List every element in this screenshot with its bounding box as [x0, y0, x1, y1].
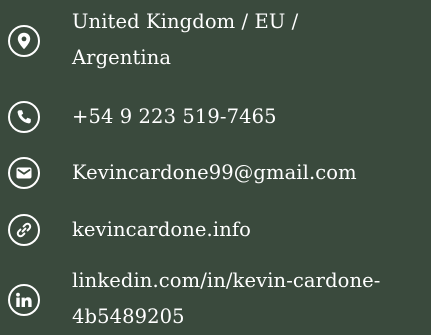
- email-text[interactable]: Kevincardone99@gmail.com: [72, 155, 357, 191]
- website-text[interactable]: kevincardone.info: [72, 212, 251, 248]
- location-text: United Kingdom / EU / Argentina: [72, 4, 298, 76]
- link-icon: [8, 214, 40, 246]
- linkedin-icon: [8, 284, 40, 316]
- linkedin-text[interactable]: linkedin.com/in/kevin-cardone- 4b5489205: [72, 263, 381, 335]
- location-line-2: Argentina: [72, 46, 172, 69]
- location-pin-icon: [8, 25, 40, 57]
- location-line-1: United Kingdom / EU /: [72, 10, 299, 33]
- phone-text[interactable]: +54 9 223 519-7465: [72, 99, 277, 135]
- linkedin-line-1: linkedin.com/in/kevin-cardone-: [72, 269, 381, 292]
- envelope-icon: [8, 157, 40, 189]
- linkedin-line-2: 4b5489205: [72, 305, 185, 328]
- phone-icon: [8, 101, 40, 133]
